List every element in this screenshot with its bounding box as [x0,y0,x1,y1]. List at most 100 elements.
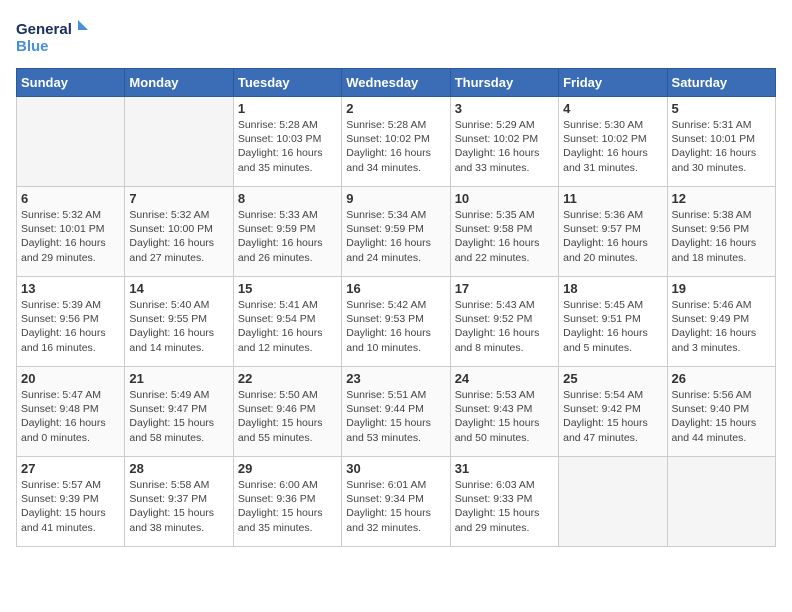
day-info: Sunrise: 5:28 AM Sunset: 10:02 PM Daylig… [346,118,445,175]
day-info: Sunrise: 5:36 AM Sunset: 9:57 PM Dayligh… [563,208,662,265]
day-number: 16 [346,281,445,296]
day-info: Sunrise: 5:29 AM Sunset: 10:02 PM Daylig… [455,118,554,175]
svg-text:Blue: Blue [16,38,49,55]
calendar-week-1: 1 Sunrise: 5:28 AM Sunset: 10:03 PM Dayli… [17,97,776,187]
day-number: 26 [672,371,771,386]
day-number: 21 [129,371,228,386]
day-number: 23 [346,371,445,386]
day-info: Sunrise: 5:45 AM Sunset: 9:51 PM Dayligh… [563,298,662,355]
day-info: Sunrise: 5:53 AM Sunset: 9:43 PM Dayligh… [455,388,554,445]
day-number: 28 [129,461,228,476]
day-number: 25 [563,371,662,386]
day-number: 22 [238,371,337,386]
day-number: 24 [455,371,554,386]
calendar-cell: 20 Sunrise: 5:47 AM Sunset: 9:48 PM Dayli… [17,367,125,457]
calendar-cell: 6 Sunrise: 5:32 AM Sunset: 10:01 PM Dayli… [17,187,125,277]
calendar-week-3: 13 Sunrise: 5:39 AM Sunset: 9:56 PM Dayli… [17,277,776,367]
calendar-cell: 16 Sunrise: 5:42 AM Sunset: 9:53 PM Dayli… [342,277,450,367]
day-number: 8 [238,191,337,206]
calendar-cell: 9 Sunrise: 5:34 AM Sunset: 9:59 PM Daylig… [342,187,450,277]
calendar-cell: 29 Sunrise: 6:00 AM Sunset: 9:36 PM Dayli… [233,457,341,547]
calendar-cell: 5 Sunrise: 5:31 AM Sunset: 10:01 PM Dayli… [667,97,775,187]
calendar-cell: 15 Sunrise: 5:41 AM Sunset: 9:54 PM Dayli… [233,277,341,367]
weekday-header-sunday: Sunday [17,69,125,97]
calendar-week-5: 27Sunrise: 5:57 AM Sunset: 9:39 PM Dayli… [17,457,776,547]
calendar-cell: 13 Sunrise: 5:39 AM Sunset: 9:56 PM Dayli… [17,277,125,367]
calendar-cell: 12 Sunrise: 5:38 AM Sunset: 9:56 PM Dayli… [667,187,775,277]
day-info: Sunrise: 5:35 AM Sunset: 9:58 PM Dayligh… [455,208,554,265]
day-info: Sunrise: 5:39 AM Sunset: 9:56 PM Dayligh… [21,298,120,355]
calendar-cell [667,457,775,547]
calendar-cell: 3 Sunrise: 5:29 AM Sunset: 10:02 PM Dayli… [450,97,558,187]
weekday-header-friday: Friday [559,69,667,97]
day-info: Sunrise: 6:01 AM Sunset: 9:34 PM Dayligh… [346,478,445,535]
day-number: 15 [238,281,337,296]
day-number: 19 [672,281,771,296]
calendar-cell: 8 Sunrise: 5:33 AM Sunset: 9:59 PM Daylig… [233,187,341,277]
day-info: Sunrise: 5:50 AM Sunset: 9:46 PM Dayligh… [238,388,337,445]
day-number: 3 [455,101,554,116]
calendar-cell: 1 Sunrise: 5:28 AM Sunset: 10:03 PM Dayli… [233,97,341,187]
calendar-cell: 11 Sunrise: 5:36 AM Sunset: 9:57 PM Dayli… [559,187,667,277]
calendar-cell: 22 Sunrise: 5:50 AM Sunset: 9:46 PM Dayli… [233,367,341,457]
day-info: Sunrise: 5:42 AM Sunset: 9:53 PM Dayligh… [346,298,445,355]
calendar-week-2: 6 Sunrise: 5:32 AM Sunset: 10:01 PM Dayli… [17,187,776,277]
day-number: 12 [672,191,771,206]
day-info: Sunrise: 5:56 AM Sunset: 9:40 PM Dayligh… [672,388,771,445]
day-number: 9 [346,191,445,206]
day-number: 10 [455,191,554,206]
day-info: Sunrise: 6:00 AM Sunset: 9:36 PM Dayligh… [238,478,337,535]
day-number: 13 [21,281,120,296]
calendar-week-4: 20 Sunrise: 5:47 AM Sunset: 9:48 PM Dayli… [17,367,776,457]
day-info: Sunrise: 5:58 AM Sunset: 9:37 PM Dayligh… [129,478,228,535]
day-number: 11 [563,191,662,206]
day-info: Sunrise: 5:32 AM Sunset: 10:00 PM Daylig… [129,208,228,265]
weekday-header-saturday: Saturday [667,69,775,97]
calendar-cell: 2 Sunrise: 5:28 AM Sunset: 10:02 PM Dayli… [342,97,450,187]
calendar-cell: 25 Sunrise: 5:54 AM Sunset: 9:42 PM Dayli… [559,367,667,457]
day-number: 30 [346,461,445,476]
day-number: 20 [21,371,120,386]
svg-text:General: General [16,21,72,38]
day-info: Sunrise: 5:31 AM Sunset: 10:01 PM Daylig… [672,118,771,175]
day-info: Sunrise: 5:30 AM Sunset: 10:02 PM Daylig… [563,118,662,175]
day-number: 14 [129,281,228,296]
day-info: Sunrise: 5:40 AM Sunset: 9:55 PM Dayligh… [129,298,228,355]
calendar-cell: 17 Sunrise: 5:43 AM Sunset: 9:52 PM Dayli… [450,277,558,367]
day-number: 2 [346,101,445,116]
day-number: 18 [563,281,662,296]
day-info: Sunrise: 5:28 AM Sunset: 10:03 PM Daylig… [238,118,337,175]
calendar-cell [559,457,667,547]
day-info: Sunrise: 5:41 AM Sunset: 9:54 PM Dayligh… [238,298,337,355]
day-number: 5 [672,101,771,116]
weekday-header-tuesday: Tuesday [233,69,341,97]
day-info: Sunrise: 5:34 AM Sunset: 9:59 PM Dayligh… [346,208,445,265]
day-info: Sunrise: 5:33 AM Sunset: 9:59 PM Dayligh… [238,208,337,265]
day-number: 7 [129,191,228,206]
day-info: Sunrise: 5:38 AM Sunset: 9:56 PM Dayligh… [672,208,771,265]
day-info: Sunrise: 5:54 AM Sunset: 9:42 PM Dayligh… [563,388,662,445]
calendar-cell: 14 Sunrise: 5:40 AM Sunset: 9:55 PM Dayli… [125,277,233,367]
day-number: 17 [455,281,554,296]
day-number: 29 [238,461,337,476]
calendar-cell: 7 Sunrise: 5:32 AM Sunset: 10:00 PM Dayli… [125,187,233,277]
calendar-cell: 21Sunrise: 5:49 AM Sunset: 9:47 PM Dayli… [125,367,233,457]
calendar-table: SundayMondayTuesdayWednesdayThursdayFrid… [16,68,776,547]
day-info: Sunrise: 5:43 AM Sunset: 9:52 PM Dayligh… [455,298,554,355]
day-info: Sunrise: 5:51 AM Sunset: 9:44 PM Dayligh… [346,388,445,445]
logo-svg: General Blue [16,16,96,60]
calendar-cell: 31Sunrise: 6:03 AM Sunset: 9:33 PM Dayli… [450,457,558,547]
day-number: 1 [238,101,337,116]
day-info: Sunrise: 5:32 AM Sunset: 10:01 PM Daylig… [21,208,120,265]
calendar-cell: 18 Sunrise: 5:45 AM Sunset: 9:51 PM Dayli… [559,277,667,367]
calendar-cell: 30 Sunrise: 6:01 AM Sunset: 9:34 PM Dayli… [342,457,450,547]
day-number: 6 [21,191,120,206]
logo: General Blue [16,16,96,60]
day-info: Sunrise: 5:46 AM Sunset: 9:49 PM Dayligh… [672,298,771,355]
weekday-header-monday: Monday [125,69,233,97]
calendar-cell: 23 Sunrise: 5:51 AM Sunset: 9:44 PM Dayli… [342,367,450,457]
day-number: 4 [563,101,662,116]
day-info: Sunrise: 5:47 AM Sunset: 9:48 PM Dayligh… [21,388,120,445]
calendar-cell: 19 Sunrise: 5:46 AM Sunset: 9:49 PM Dayli… [667,277,775,367]
calendar-cell: 26 Sunrise: 5:56 AM Sunset: 9:40 PM Dayli… [667,367,775,457]
